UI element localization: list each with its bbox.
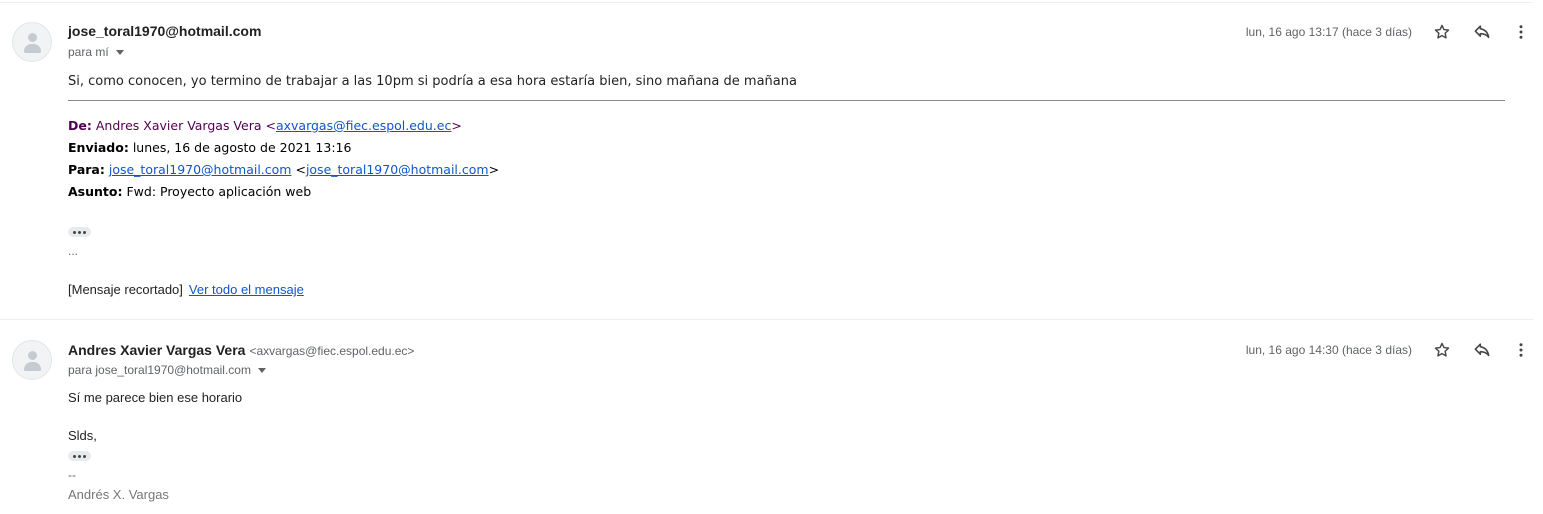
star-icon bbox=[1434, 24, 1450, 39]
signature-name: Andrés X. Vargas bbox=[68, 487, 169, 502]
forward-from-email-link[interactable]: axvargas@fiec.espol.edu.ec bbox=[276, 118, 451, 133]
show-trimmed-content-button[interactable] bbox=[68, 451, 91, 461]
reply-button[interactable] bbox=[1470, 338, 1494, 362]
sender-avatar[interactable] bbox=[12, 340, 52, 380]
sender-avatar[interactable] bbox=[12, 22, 52, 62]
email-message-2: Andres Xavier Vargas Vera <axvargas@fiec.… bbox=[0, 320, 1543, 514]
star-icon bbox=[1434, 342, 1450, 357]
forward-subject-line: Asunto: Fwd: Proyecto aplicación web bbox=[68, 184, 312, 199]
reply-icon bbox=[1474, 25, 1490, 39]
recipients-details-toggle[interactable]: para mí bbox=[68, 45, 124, 59]
sender-name-text: Andres Xavier Vargas Vera bbox=[68, 342, 246, 358]
more-vert-icon bbox=[1519, 343, 1523, 357]
default-avatar-icon bbox=[28, 33, 37, 42]
signature-dashes: -- bbox=[68, 468, 76, 482]
recipients-details-toggle[interactable]: para jose_toral1970@hotmail.com bbox=[68, 363, 266, 377]
reply-button[interactable] bbox=[1470, 20, 1494, 44]
more-options-button[interactable] bbox=[1509, 20, 1533, 44]
message-date[interactable]: lun, 16 ago 13:17 (hace 3 días) bbox=[1246, 25, 1412, 39]
recipients-text: para jose_toral1970@hotmail.com bbox=[68, 363, 251, 377]
forward-from-line: De: Andres Xavier Vargas Vera <axvargas@… bbox=[68, 118, 462, 133]
sender-name[interactable]: Andres Xavier Vargas Vera <axvargas@fiec.… bbox=[68, 342, 414, 358]
message-body: Si, como conocen, yo termino de trabajar… bbox=[68, 74, 797, 89]
star-button[interactable] bbox=[1430, 20, 1454, 44]
more-vert-icon bbox=[1519, 25, 1523, 39]
message-body-line-1: Sí me parece bien ese horario bbox=[68, 390, 243, 405]
clipped-message-notice: [Mensaje recortado] Ver todo el mensaje bbox=[68, 282, 304, 297]
default-avatar-icon bbox=[28, 351, 37, 360]
forward-to-line: Para: jose_toral1970@hotmail.com <jose_t… bbox=[68, 162, 500, 177]
chevron-down-icon bbox=[115, 50, 124, 55]
sender-email: <axvargas@fiec.espol.edu.ec> bbox=[249, 344, 415, 358]
message-body-line-2: Slds, bbox=[68, 428, 97, 443]
recipients-text: para mí bbox=[68, 45, 109, 59]
message-date[interactable]: lun, 16 ago 14:30 (hace 3 días) bbox=[1246, 343, 1412, 357]
reply-icon bbox=[1474, 343, 1490, 357]
email-message-1: jose_toral1970@hotmail.com para mí lun, … bbox=[0, 0, 1543, 319]
view-all-message-link[interactable]: Ver todo el mensaje bbox=[189, 282, 304, 297]
forward-sent-line: Enviado: lunes, 16 de agosto de 2021 13:… bbox=[68, 140, 352, 155]
ellipsis-text: ... bbox=[68, 244, 79, 258]
quote-divider bbox=[68, 100, 1505, 101]
forward-to-link[interactable]: jose_toral1970@hotmail.com bbox=[109, 162, 292, 177]
show-trimmed-content-button[interactable] bbox=[68, 227, 91, 237]
sender-name[interactable]: jose_toral1970@hotmail.com bbox=[68, 23, 261, 39]
sender-name-text: jose_toral1970@hotmail.com bbox=[68, 23, 262, 39]
more-options-button[interactable] bbox=[1509, 338, 1533, 362]
forward-from-name: Andres Xavier Vargas Vera bbox=[95, 118, 262, 133]
clipped-text: [Mensaje recortado] bbox=[68, 282, 183, 297]
forward-to-email-link[interactable]: jose_toral1970@hotmail.com bbox=[306, 162, 489, 177]
forward-subject-value: Fwd: Proyecto aplicación web bbox=[126, 184, 312, 199]
chevron-down-icon bbox=[257, 368, 266, 373]
forward-sent-value: lunes, 16 de agosto de 2021 13:16 bbox=[132, 140, 352, 155]
star-button[interactable] bbox=[1430, 338, 1454, 362]
